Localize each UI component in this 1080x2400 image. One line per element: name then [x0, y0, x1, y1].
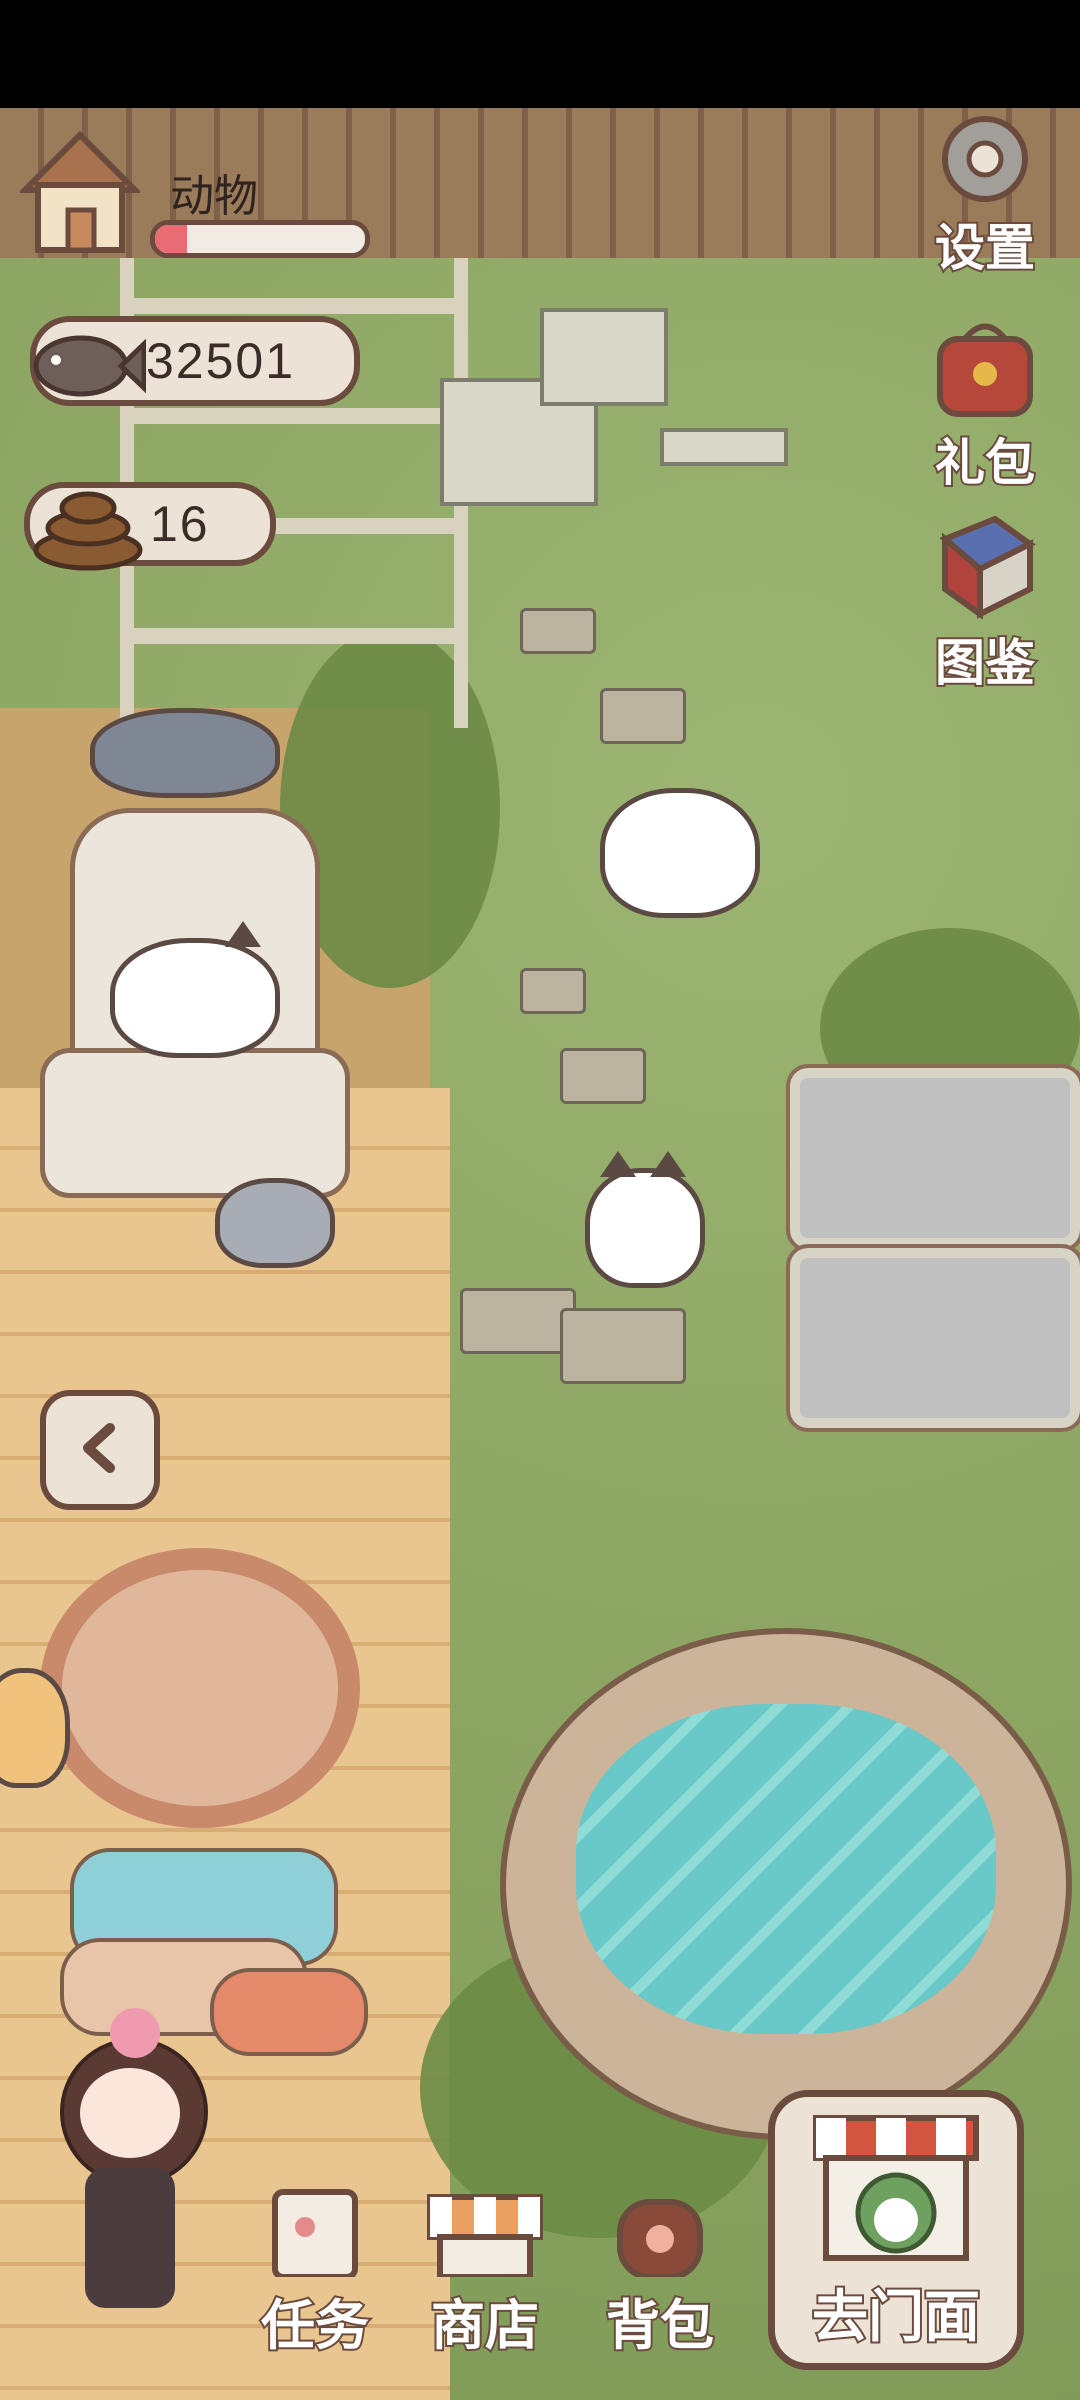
- stepping-stone: [600, 688, 686, 744]
- settings-button[interactable]: 设置: [920, 116, 1050, 280]
- animal-panel[interactable]: 动物: [17, 130, 400, 270]
- market-stall-icon: [420, 2187, 550, 2281]
- house-icon: [17, 130, 143, 260]
- poop-icon: [28, 462, 148, 576]
- settings-label: 设置: [933, 217, 1037, 279]
- garden-scene: [0, 108, 1080, 2400]
- backpack-icon: [605, 2187, 715, 2281]
- gear-icon: [930, 104, 1040, 208]
- litter-box[interactable]: [786, 1064, 1080, 1252]
- backpack-button[interactable]: 背包: [585, 2199, 735, 2360]
- cat-lying[interactable]: [110, 921, 280, 1058]
- tasks-button[interactable]: 任务: [240, 2189, 390, 2360]
- cat-sitting[interactable]: [585, 1151, 705, 1288]
- stepping-stone: [520, 608, 596, 654]
- shop-button[interactable]: 商店: [410, 2194, 560, 2360]
- stone-well[interactable]: [40, 1548, 360, 1828]
- storefront-label: 去门面: [810, 2283, 982, 2352]
- stepping-stone: [560, 1048, 646, 1104]
- gift-bag-icon: [925, 319, 1045, 423]
- fish-icon: [26, 316, 147, 420]
- shopkeeper-girl[interactable]: [40, 2008, 220, 2348]
- cat-grey[interactable]: [215, 1178, 335, 1268]
- stepping-stone: [520, 968, 586, 1014]
- poop-counter[interactable]: 16: [24, 482, 276, 571]
- storefront-button[interactable]: 去门面: [768, 2090, 1024, 2370]
- collection-label: 图鉴: [933, 632, 1037, 694]
- pond-water: [576, 1704, 996, 2034]
- storefront-icon: [796, 2098, 996, 2272]
- cat-tower[interactable]: [440, 278, 788, 528]
- gift-label: 礼包: [933, 432, 1037, 494]
- fish-count: 32501: [146, 333, 296, 389]
- back-button[interactable]: [40, 1390, 160, 1510]
- chevron-left-icon: [70, 1418, 130, 1482]
- backpack-label: 背包: [604, 2292, 716, 2359]
- animal-progress-fill: [155, 225, 187, 253]
- cat-fluffy[interactable]: [600, 788, 760, 918]
- animal-progress-bar: [150, 220, 370, 258]
- fish-counter[interactable]: 32501: [30, 316, 360, 406]
- litter-box[interactable]: [786, 1244, 1080, 1432]
- poop-count: 16: [150, 496, 210, 552]
- gift-button[interactable]: 礼包: [920, 323, 1050, 495]
- status-bar: [0, 0, 1080, 108]
- stepping-stone: [460, 1288, 576, 1354]
- stepping-stone: [560, 1308, 686, 1384]
- collection-button[interactable]: 图鉴: [920, 515, 1050, 695]
- clipboard-icon: [260, 2187, 370, 2281]
- tasks-label: 任务: [259, 2292, 371, 2359]
- cat-orange[interactable]: [0, 1668, 70, 1788]
- book-icon: [925, 509, 1045, 623]
- pond[interactable]: [500, 1628, 1072, 2140]
- shop-label: 商店: [429, 2292, 541, 2359]
- cat-sleeping[interactable]: [90, 708, 280, 798]
- animal-label: 动物: [170, 171, 258, 222]
